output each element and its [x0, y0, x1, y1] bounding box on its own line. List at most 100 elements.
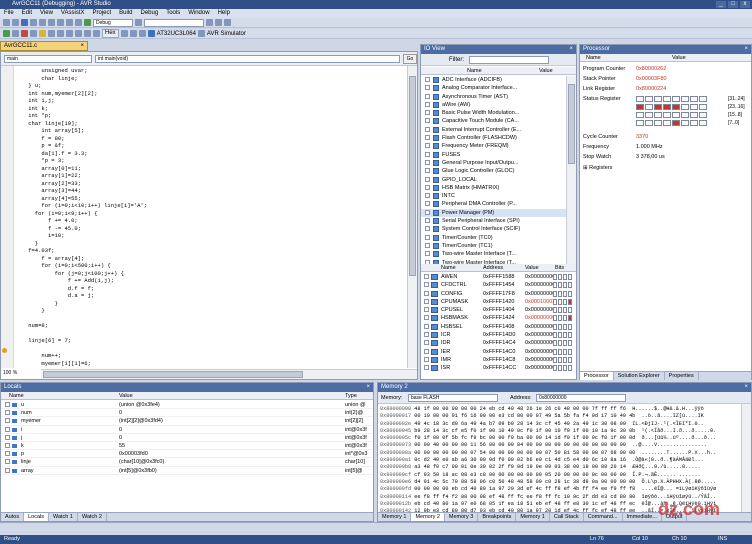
- code-line[interactable]: f = 80;: [15, 135, 407, 143]
- step-out-icon[interactable]: [66, 30, 73, 37]
- tab-processor[interactable]: Processor: [580, 372, 614, 380]
- minimize-button[interactable]: _: [716, 1, 726, 8]
- register-value[interactable]: 0x00000000: [525, 306, 555, 314]
- code-line[interactable]: num++;: [15, 352, 407, 360]
- expand-icon[interactable]: [5, 451, 10, 457]
- tab-autos[interactable]: Autos: [1, 513, 25, 521]
- registers-node[interactable]: ⊞ Registers: [583, 164, 612, 172]
- tab-memory-1[interactable]: Memory 1: [378, 513, 412, 521]
- code-line[interactable]: f = array[4];: [15, 255, 407, 263]
- zoom-level[interactable]: 100 %: [3, 369, 17, 378]
- column-name[interactable]: Name: [586, 54, 601, 62]
- expand-icon[interactable]: [5, 402, 10, 407]
- register-bits[interactable]: [553, 348, 575, 355]
- memory-hex[interactable]: 48 1f 00 00 00 00 00 24 eb cd 40 48 26 1…: [414, 406, 626, 412]
- register-bits[interactable]: [553, 274, 575, 280]
- io-module-item[interactable]: System Control Interface (SCIF): [421, 225, 566, 233]
- cut-icon[interactable]: [39, 19, 46, 26]
- code-line[interactable]: [15, 345, 407, 353]
- local-row[interactable]: u (union @0x3fe4) union @: [1, 401, 373, 410]
- code-line[interactable]: f += Add(i,j);: [15, 277, 407, 285]
- expand-icon[interactable]: [424, 323, 429, 329]
- local-row[interactable]: i 0 int@0x3f: [1, 426, 373, 434]
- local-value[interactable]: 0x00003fd0: [119, 450, 148, 458]
- register-row[interactable]: CPUMASK 0xFFFF1420 0x00010003: [421, 298, 576, 306]
- register-row[interactable]: CONFIG 0xFFFF17F8 0x00000000: [421, 290, 576, 298]
- memory-hex[interactable]: a3 48 f0 c7 00 01 0e 39 02 2f f9 0d 19 0…: [414, 464, 626, 470]
- expand-icon[interactable]: [5, 442, 10, 448]
- io-module-item[interactable]: Power Manager (PM): [421, 208, 566, 218]
- register-row[interactable]: CPUSEL 0xFFFF1404 0x00000000: [421, 306, 576, 314]
- close-icon[interactable]: ×: [366, 383, 370, 392]
- memory-row[interactable]: 0x800000cf cf 93 50 18 ac 08 e3 c8 00 00…: [380, 472, 750, 479]
- register-bits[interactable]: [553, 290, 575, 297]
- scroll-thumb[interactable]: [409, 76, 416, 276]
- restart-icon[interactable]: [30, 30, 37, 37]
- address-input[interactable]: 0x80000000: [536, 394, 626, 402]
- properties-icon[interactable]: [215, 19, 222, 26]
- expand-icon[interactable]: [425, 176, 430, 182]
- register-bits[interactable]: [553, 365, 575, 372]
- menu-tools[interactable]: Tools: [162, 9, 184, 18]
- close-tab-icon[interactable]: ×: [80, 42, 84, 50]
- save-all-icon[interactable]: [30, 19, 37, 26]
- tab-memory-3[interactable]: Memory 3: [445, 513, 479, 521]
- expand-icon[interactable]: [5, 459, 10, 465]
- io-module-item[interactable]: Timer/Counter (TC0): [421, 234, 566, 242]
- expand-icon[interactable]: [425, 135, 430, 141]
- memory-hex[interactable]: d4 01 4c 5c 70 88 58 06 c0 50 48 48 58 0…: [414, 479, 635, 485]
- register-value[interactable]: 0x00000000: [525, 364, 555, 372]
- expand-icon[interactable]: [425, 151, 430, 157]
- menu-help[interactable]: Help: [214, 9, 234, 18]
- close-icon[interactable]: ×: [569, 45, 573, 54]
- code-line[interactable]: linje[6] = 7;: [15, 337, 407, 345]
- code-editor[interactable]: main int main(void) Go unsigned uvar; ch…: [0, 51, 418, 380]
- io-module-item[interactable]: Capacitive Touch Module (CA...: [421, 117, 566, 125]
- menu-debug[interactable]: Debug: [137, 9, 163, 18]
- expand-icon[interactable]: [425, 143, 430, 149]
- register-bits[interactable]: [553, 323, 575, 330]
- status-flags-7-0[interactable]: [636, 120, 707, 126]
- register-value[interactable]: 0x00010003: [525, 298, 555, 306]
- expand-icon[interactable]: [425, 118, 430, 124]
- watch-icon[interactable]: [129, 30, 137, 37]
- stop-watch-value[interactable]: 3 378,00 us: [636, 153, 665, 161]
- memory-row[interactable]: 0x80000073 00 00 40 00 00 00 11 56 00 00…: [380, 442, 750, 449]
- expand-icon[interactable]: [424, 315, 429, 321]
- code-line[interactable]: char linje[10];: [15, 120, 407, 128]
- memory-row[interactable]: 0x800000b8 a3 48 f0 c7 00 01 0e 39 02 2f…: [380, 464, 750, 471]
- expand-icon[interactable]: [424, 298, 429, 304]
- register-value[interactable]: 0x00000000: [525, 281, 555, 289]
- io-scrollbar[interactable]: [566, 76, 576, 268]
- io-module-item[interactable]: FUSES: [421, 151, 566, 159]
- code-line[interactable]: int num,myemer[2][2];: [15, 90, 407, 98]
- expand-icon[interactable]: [424, 274, 429, 279]
- code-line[interactable]: int i,j;: [15, 97, 407, 105]
- io-module-item[interactable]: HSB Matrix (HMATRIX): [421, 184, 566, 192]
- register-row[interactable]: ICR 0xFFFF14D0 0x00000000: [421, 331, 576, 339]
- reg-column-address[interactable]: Address: [483, 264, 503, 272]
- new-file-icon[interactable]: [3, 19, 10, 26]
- memory-hex[interactable]: 00 00 00 00 eb cd 40 80 1a 97 20 3d ef 4…: [414, 486, 635, 492]
- device-programming-icon[interactable]: [138, 30, 146, 37]
- save-icon[interactable]: [21, 19, 28, 26]
- register-bits[interactable]: [553, 307, 575, 314]
- code-line[interactable]: }: [15, 240, 407, 248]
- column-name[interactable]: Name: [9, 392, 24, 400]
- expand-icon[interactable]: [425, 193, 430, 199]
- io-module-item[interactable]: INTC: [421, 192, 566, 200]
- toolbox-icon[interactable]: [206, 19, 213, 26]
- expand-icon[interactable]: [5, 434, 10, 440]
- find-icon[interactable]: [135, 19, 142, 26]
- filter-input[interactable]: [469, 56, 549, 64]
- expand-icon[interactable]: [424, 290, 429, 296]
- cycle-counter-value[interactable]: 3370: [636, 133, 648, 141]
- expand-icon[interactable]: [5, 410, 10, 416]
- code-line[interactable]: array[0]=11;: [15, 165, 407, 173]
- link-register-value[interactable]: 0x80000224: [636, 85, 666, 93]
- io-module-item[interactable]: Asynchronous Timer (AST): [421, 93, 566, 101]
- expand-icon[interactable]: [425, 251, 430, 257]
- local-value[interactable]: 0: [119, 426, 122, 434]
- expand-icon[interactable]: [424, 340, 429, 346]
- menu-file[interactable]: File: [0, 9, 18, 18]
